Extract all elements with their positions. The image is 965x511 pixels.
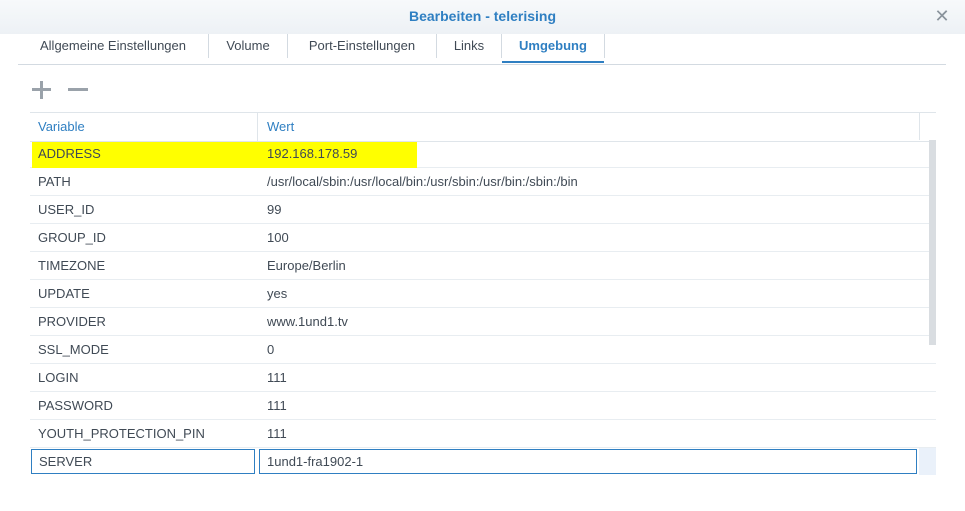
column-header-variable[interactable]: Variable (30, 113, 258, 141)
variable-cell: PATH (38, 174, 71, 189)
table-row[interactable]: ADDRESS 192.168.178.59 (30, 140, 936, 168)
value-cell: /usr/local/sbin:/usr/local/bin:/usr/sbin… (267, 174, 578, 189)
value-cell: 111 (267, 398, 287, 413)
title-bar: Bearbeiten - telerising ✕ (0, 0, 965, 34)
value-cell: 111 (267, 426, 287, 441)
value-cell: 192.168.178.59 (267, 146, 358, 161)
environment-table: Variable Wert ADDRESS 192.168.178.59 PAT… (30, 112, 936, 476)
variable-edit-field[interactable]: SERVER (31, 449, 255, 474)
plus-icon[interactable] (31, 80, 51, 100)
variable-cell: PROVIDER (38, 314, 106, 329)
table-row[interactable]: GROUP_ID 100 (30, 224, 936, 252)
table-row[interactable]: SSL_MODE 0 (30, 336, 936, 364)
tab-bar: Allgemeine Einstellungen Volume Port-Ein… (18, 34, 946, 65)
value-cell: yes (267, 286, 288, 301)
edit-row-strip (919, 448, 936, 475)
value-cell: 100 (267, 230, 289, 245)
value-cell: 111 (267, 370, 287, 385)
variable-cell: YOUTH_PROTECTION_PIN (38, 426, 205, 441)
table-row[interactable]: YOUTH_PROTECTION_PIN 111 (30, 420, 936, 448)
table-row[interactable]: UPDATE yes (30, 280, 936, 308)
table-row[interactable]: TIMEZONE Europe/Berlin (30, 252, 936, 280)
variable-cell: GROUP_ID (38, 230, 106, 245)
value-cell: 99 (267, 202, 282, 217)
table-row[interactable]: USER_ID 99 (30, 196, 936, 224)
variable-cell: UPDATE (38, 286, 90, 301)
value-cell: www.1und1.tv (267, 314, 348, 329)
minus-icon[interactable] (67, 80, 88, 100)
close-icon[interactable]: ✕ (933, 7, 951, 25)
table-row[interactable]: PROVIDER www.1und1.tv (30, 308, 936, 336)
tab-volume[interactable]: Volume (209, 34, 287, 63)
tab-port-einstellungen[interactable]: Port-Einstellungen (288, 34, 436, 63)
scrollbar-thumb[interactable] (929, 140, 936, 345)
header-scroll-spacer (919, 113, 937, 140)
value-edit-field[interactable]: 1und1-fra1902-1 (259, 449, 917, 474)
variable-cell: ADDRESS (38, 146, 101, 161)
tab-separator (604, 34, 605, 58)
variable-cell: LOGIN (38, 370, 79, 385)
table-row-editing[interactable]: SERVER 1und1-fra1902-1 (30, 448, 936, 476)
table-header: Variable Wert (30, 112, 936, 142)
window-title: Bearbeiten - telerising (408, 8, 557, 24)
variable-cell: PASSWORD (38, 398, 113, 413)
tab-links[interactable]: Links (437, 34, 501, 63)
table-row[interactable]: PASSWORD 111 (30, 392, 936, 420)
value-cell: Europe/Berlin (267, 258, 346, 273)
value-cell: 0 (267, 342, 275, 357)
variable-cell: TIMEZONE (38, 258, 106, 273)
tab-umgebung[interactable]: Umgebung (502, 34, 604, 63)
table-row[interactable]: LOGIN 111 (30, 364, 936, 392)
tab-allgemeine-einstellungen[interactable]: Allgemeine Einstellungen (18, 34, 208, 63)
variable-cell: USER_ID (38, 202, 95, 217)
variable-cell: SSL_MODE (38, 342, 109, 357)
column-header-wert[interactable]: Wert (259, 113, 919, 141)
table-row[interactable]: PATH /usr/local/sbin:/usr/local/bin:/usr… (30, 168, 936, 196)
